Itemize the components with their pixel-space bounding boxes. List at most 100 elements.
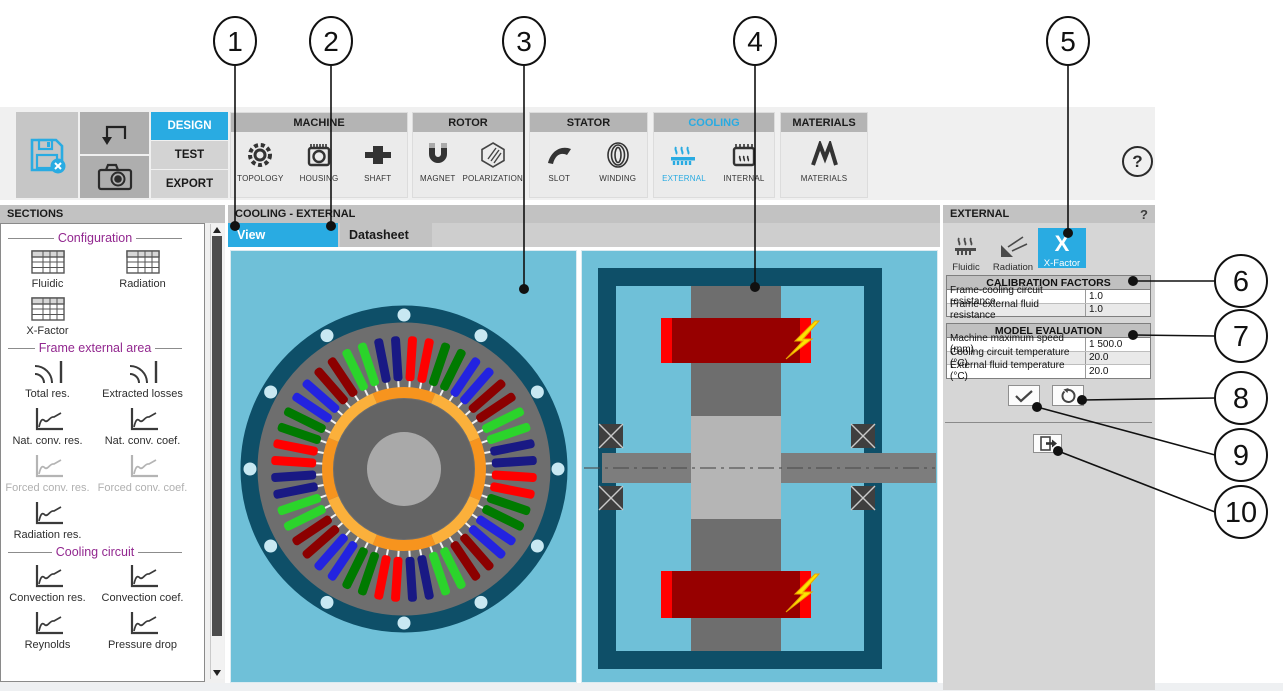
sidebar-item-total-res[interactable]: Total res. [0, 359, 95, 400]
ribbon-item-external[interactable]: EXTERNAL [654, 139, 714, 183]
ribbon-item-housing[interactable]: HOUSING [290, 139, 349, 183]
bolt-hole [474, 595, 488, 609]
callout-number: 6 [1233, 266, 1249, 298]
sidebar-item-nat-conv-coef[interactable]: Nat. conv. coef. [95, 406, 190, 447]
undo-button[interactable] [80, 112, 149, 154]
ribbon-group-title: ROTOR [413, 113, 523, 132]
sidebar-item-label: Forced conv. coef. [97, 482, 188, 494]
fluxmotor-app: DESIGN TEST EXPORT MACHINE TOPOLOGY HOUSIN… [0, 0, 1283, 699]
ribbon-item-label: INTERNAL [723, 174, 765, 183]
bolt-hole [320, 595, 334, 609]
row-value-field[interactable]: 1.0 [1086, 304, 1150, 317]
sidebar-item-reynolds[interactable]: Reynolds [0, 610, 95, 651]
ribbon-item-slot[interactable]: SLOT [530, 139, 589, 183]
ribbon-item-materials[interactable]: MATERIALS [793, 139, 855, 183]
curve-icon [31, 500, 65, 526]
row-value-field[interactable]: 20.0 [1086, 365, 1150, 378]
help-icon[interactable]: ? [1122, 146, 1153, 177]
ribbon-item-winding[interactable]: WINDING [589, 139, 648, 183]
panel-help-icon[interactable]: ? [1140, 207, 1148, 222]
export-results-button[interactable] [1033, 434, 1062, 453]
panel-tab-label: Fluidic [952, 262, 980, 273]
scrollbar-thumb[interactable] [212, 236, 222, 636]
table-icon [30, 249, 66, 275]
tab-datasheet[interactable]: Datasheet [340, 223, 432, 247]
sidebar-item-forced-conv-res[interactable]: Forced conv. res. [0, 453, 95, 494]
save-button[interactable] [16, 112, 78, 198]
sidebar-item-pressure-drop[interactable]: Pressure drop [95, 610, 190, 651]
tab-view[interactable]: View [228, 223, 338, 247]
sidebar-item-convection-coef[interactable]: Convection coef. [95, 563, 190, 604]
panel-tab-x-factor[interactable]: X X-Factor [1038, 228, 1086, 269]
bolt-hole [397, 616, 411, 630]
undo-icon [97, 117, 133, 149]
ribbon-group-title: COOLING [654, 113, 774, 132]
magnet-arc [372, 534, 436, 551]
bolt-hole [551, 462, 565, 476]
panel-tab-fluidic[interactable]: Fluidic [946, 228, 986, 273]
ribbon-item-label: POLARIZATION [462, 174, 523, 183]
ribbon-group-title: MACHINE [231, 113, 407, 132]
ribbon-item-shaft[interactable]: SHAFT [348, 139, 407, 183]
reset-icon [1059, 387, 1077, 404]
callout-circle [502, 16, 546, 66]
ribbon-item-label: EXTERNAL [662, 174, 706, 183]
ribbon-item-polarization[interactable]: POLARIZATION [463, 139, 523, 183]
ribbon-item-magnet[interactable]: MAGNET [413, 139, 463, 183]
axial-view-canvas[interactable] [581, 250, 938, 683]
panel-tab-radiation[interactable]: Radiation [990, 228, 1036, 273]
shaft-icon [363, 139, 393, 171]
export-mode-button[interactable]: EXPORT [151, 170, 228, 198]
sidebar-item-radiation[interactable]: Radiation [95, 249, 190, 290]
design-mode-button[interactable]: DESIGN [151, 112, 228, 140]
test-mode-button[interactable]: TEST [151, 141, 228, 169]
table-row: External fluid temperature (°C) 20.0 [947, 360, 1150, 382]
apply-button[interactable] [1008, 385, 1040, 406]
ribbon-item-internal[interactable]: INTERNAL [714, 139, 774, 183]
scroll-down-icon[interactable] [213, 670, 221, 676]
camera-icon [96, 162, 134, 192]
sidebar-item-label: Convection coef. [101, 592, 184, 604]
section-header: Frame external area [8, 341, 182, 355]
sidebar-item-forced-conv-coef[interactable]: Forced conv. coef. [95, 453, 190, 494]
sidebar-item-label: Total res. [25, 388, 70, 400]
row-value-field[interactable]: 20.0 [1086, 352, 1150, 365]
view-tab-strip: View Datasheet [228, 223, 940, 247]
arc-icon [31, 359, 65, 385]
callout-circle [213, 16, 257, 66]
callout-circle [1214, 428, 1268, 482]
curve-icon [31, 453, 65, 479]
screenshot-button[interactable] [80, 156, 149, 198]
ribbon-item-topology[interactable]: TOPOLOGY [231, 139, 290, 183]
ribbon-item-label: MAGNET [420, 174, 456, 183]
sidebar-item-convection-res[interactable]: Convection res. [0, 563, 95, 604]
topology-icon [245, 139, 275, 171]
sidebar-scrollbar[interactable] [210, 224, 224, 679]
radial-view-canvas[interactable] [230, 250, 577, 683]
sidebar-item-extracted-losses[interactable]: Extracted losses [95, 359, 190, 400]
sidebar-item-x-factor[interactable]: X-Factor [0, 296, 95, 337]
scroll-up-icon[interactable] [213, 227, 221, 233]
export-icon [1038, 436, 1058, 451]
stator-core-lower [691, 519, 781, 571]
sidebar-item-nat-conv-res[interactable]: Nat. conv. res. [0, 406, 95, 447]
table-icon [125, 249, 161, 275]
stator-core-upper [691, 363, 781, 416]
bolt-hole [320, 329, 334, 343]
callout-number: 10 [1225, 497, 1257, 529]
section-header: Cooling circuit [8, 545, 183, 559]
sidebar-item-fluidic[interactable]: Fluidic [0, 249, 95, 290]
callout-number: 2 [323, 26, 339, 57]
bolt-hole [243, 462, 257, 476]
sidebar-item-radiation-res[interactable]: Radiation res. [0, 500, 95, 541]
callout-number: 4 [747, 26, 763, 57]
stator-yoke-bottom [691, 618, 781, 651]
reset-button[interactable] [1052, 385, 1084, 406]
sidebar-item-label: Fluidic [31, 278, 64, 290]
svg-text:X: X [1055, 233, 1070, 255]
ribbon-item-label: WINDING [599, 174, 637, 183]
row-value-field[interactable]: 1.0 [1086, 290, 1150, 303]
row-value-field[interactable]: 1 500.0 [1086, 338, 1150, 351]
cooling-external-icon [668, 139, 700, 171]
sidebar-item-label: Reynolds [24, 639, 71, 651]
